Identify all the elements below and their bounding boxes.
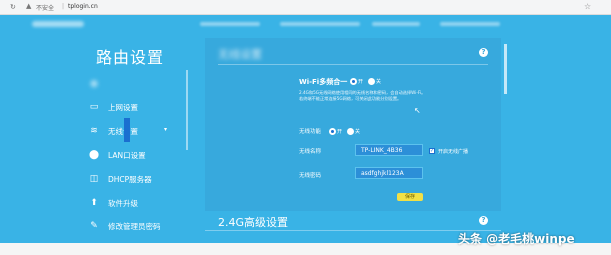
sidebar-item-label: 修改管理员密码 — [108, 222, 161, 231]
sidebar-item-upgrade[interactable]: ⬆ 软件升级 — [88, 195, 184, 211]
wifi-multiband-description: 若终端不能正常连接5G网络，可关闭此功能分别设置。 — [299, 96, 402, 101]
header-nav-item[interactable] — [280, 22, 360, 26]
sidebar-item-password[interactable]: ✎ 修改管理员密码 — [88, 218, 184, 234]
sidebar-item-label: 上网设置 — [108, 103, 138, 112]
header-nav-item[interactable] — [200, 22, 260, 26]
sidebar-item-internet[interactable]: ▭ 上网设置 — [88, 99, 184, 115]
radio-label: 开 — [358, 79, 364, 85]
wifi-multiband-title: Wi-Fi多频合一 — [299, 78, 348, 86]
watermark: 头条 @老毛桃winpe — [458, 232, 575, 246]
password-label: 无线密码 — [299, 173, 322, 179]
wireless-function-off-radio[interactable] — [347, 128, 354, 135]
logo — [32, 21, 84, 27]
browser-toolbar: ↻ ▲ 不安全 | tplogin.cn ☆ — [0, 0, 611, 15]
panel-title: 无线设置 — [218, 48, 262, 61]
dhcp-icon: ◫ — [89, 174, 99, 184]
sidebar-item-label: 软件升级 — [108, 199, 138, 208]
cursor-icon: ↖ — [414, 106, 421, 115]
sidebar-item-lan[interactable]: ⬤ LAN口设置 — [88, 147, 184, 163]
lan-icon: ⬤ — [88, 150, 100, 160]
warning-icon[interactable]: ▲ — [26, 2, 31, 10]
wireless-function-on-radio[interactable] — [329, 128, 336, 135]
address-bar[interactable]: ▲ 不安全 | tplogin.cn — [26, 2, 586, 12]
header-nav-item[interactable] — [440, 22, 500, 26]
help-icon[interactable]: ? — [479, 216, 488, 225]
sidebar-item-blurred[interactable]: ● — [88, 76, 184, 92]
radio-label: 关 — [376, 79, 382, 85]
sidebar-item-label: LAN口设置 — [108, 151, 146, 160]
password-input[interactable]: asdfghjkl123A — [355, 167, 423, 179]
star-icon[interactable]: ☆ — [584, 2, 591, 11]
help-icon[interactable]: ? — [479, 48, 488, 57]
ssid-input[interactable]: TP-LINK_4B36 — [355, 144, 423, 156]
radio-label: 关 — [355, 129, 361, 135]
sidebar-title: 路由设置 — [96, 48, 165, 67]
divider — [205, 230, 501, 231]
divider — [218, 64, 488, 65]
wifi-multiband-on-radio[interactable] — [350, 78, 357, 85]
broadcast-label: 开启无线广播 — [438, 149, 469, 155]
section-title-2g-advanced: 2.4G高级设置 — [218, 216, 289, 229]
sidebar-scrollbar[interactable] — [186, 70, 188, 150]
sidebar-item-wireless[interactable]: ≋ 无线设置 ▾ — [88, 123, 184, 139]
wifi-icon: ≋ — [90, 126, 98, 136]
reload-icon[interactable]: ↻ — [10, 3, 16, 11]
wireless-function-label: 无线功能 — [299, 129, 322, 135]
header-nav-item[interactable] — [372, 22, 420, 26]
url-separator: | — [62, 3, 65, 10]
insecure-label: 不安全 — [36, 5, 55, 12]
radio-label: 开 — [337, 129, 343, 135]
url-text[interactable]: tplogin.cn — [68, 3, 98, 10]
sidebar-item-label: 无线设置 — [108, 127, 138, 136]
panel-scrollbar[interactable] — [504, 44, 507, 94]
router-header — [0, 15, 611, 37]
upgrade-icon: ⬆ — [90, 198, 98, 208]
blurred-icon: ● — [90, 79, 98, 89]
chevron-down-icon: ▾ — [164, 126, 168, 133]
active-indicator — [124, 118, 130, 142]
ssid-label: 无线名称 — [299, 149, 322, 155]
wifi-multiband-off-radio[interactable] — [368, 78, 375, 85]
internet-icon: ▭ — [89, 102, 99, 112]
wireless-settings-panel: 无线设置 — [205, 38, 501, 211]
sidebar-item-dhcp[interactable]: ◫ DHCP服务器 — [88, 171, 184, 187]
sidebar-item-label: DHCP服务器 — [108, 175, 152, 184]
save-button[interactable]: 保存 — [397, 193, 423, 201]
broadcast-checkbox[interactable]: ✓ — [429, 148, 435, 154]
password-icon: ✎ — [90, 221, 98, 231]
